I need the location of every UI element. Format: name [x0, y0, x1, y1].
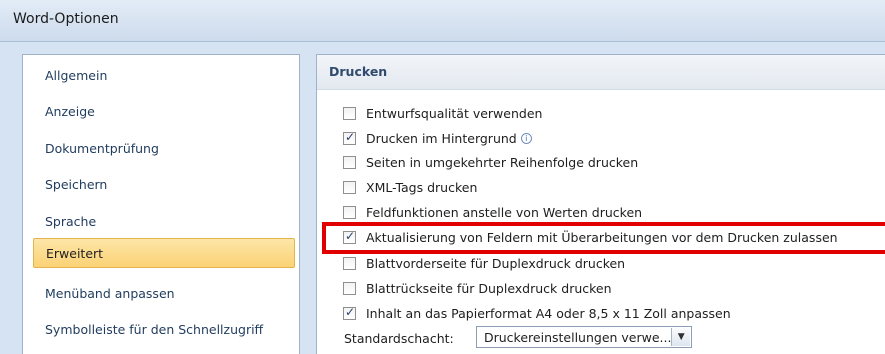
checkbox[interactable]: [343, 155, 356, 169]
standardschacht-label: Standardschacht:: [344, 331, 454, 346]
option-umgekehrte-reihenfolge[interactable]: Seiten in umgekehrter Reihenfolge drucke…: [343, 152, 638, 172]
title-bar: Word-Optionen: [0, 0, 885, 42]
option-label: Feldfunktionen anstelle von Werten druck…: [366, 204, 643, 220]
sidebar-item-menueband[interactable]: Menüband anpassen: [33, 279, 295, 309]
option-drucken-im-hintergrund[interactable]: Drucken im Hintergrund i: [343, 128, 532, 148]
option-feldfunktionen[interactable]: Feldfunktionen anstelle von Werten druck…: [343, 202, 642, 222]
checkbox[interactable]: [343, 130, 356, 145]
info-icon[interactable]: i: [520, 132, 532, 144]
checkbox[interactable]: [343, 106, 356, 120]
option-label: Entwurfsqualität verwenden: [366, 105, 543, 121]
option-label: Drucken im Hintergrund: [366, 130, 517, 146]
section-header: Drucken: [317, 55, 885, 90]
checkbox[interactable]: [343, 305, 356, 320]
select-value: Druckereinstellungen verwe...: [484, 329, 672, 345]
option-label: Blattrückseite für Duplexdruck drucken: [366, 280, 612, 296]
options-panel: Drucken Entwurfsqualität verwenden Druck…: [316, 54, 885, 354]
word-options-window: Word-Optionen Allgemein Anzeige Dokument…: [0, 0, 885, 354]
option-label: Seiten in umgekehrter Reihenfolge drucke…: [366, 154, 639, 170]
option-label: XML-Tags drucken: [366, 179, 478, 195]
section-title: Drucken: [329, 64, 388, 79]
sidebar-item-sprache[interactable]: Sprache: [33, 207, 295, 237]
checkbox[interactable]: [343, 281, 356, 295]
option-entwurfsqualitaet[interactable]: Entwurfsqualität verwenden: [343, 103, 542, 123]
option-label: Blattvorderseite für Duplexdruck drucken: [366, 255, 626, 271]
window-title: Word-Optionen: [13, 11, 119, 27]
sidebar: Allgemein Anzeige Dokumentprüfung Speich…: [22, 54, 300, 354]
checkbox[interactable]: [343, 205, 356, 219]
option-blattrueckseite[interactable]: Blattrückseite für Duplexdruck drucken: [343, 278, 612, 298]
option-papierformat[interactable]: Inhalt an das Papierformat A4 oder 8,5 x…: [343, 303, 731, 323]
checkbox[interactable]: [343, 180, 356, 194]
checkbox[interactable]: [343, 256, 356, 270]
option-label: Inhalt an das Papierformat A4 oder 8,5 x…: [366, 305, 731, 321]
sidebar-item-allgemein[interactable]: Allgemein: [33, 61, 295, 91]
chevron-down-icon[interactable]: ▼: [671, 328, 690, 346]
sidebar-item-erweitert[interactable]: Erweitert: [33, 238, 295, 268]
sidebar-item-schnellzugriff[interactable]: Symbolleiste für den Schnellzugriff: [33, 315, 295, 345]
option-xml-tags[interactable]: XML-Tags drucken: [343, 177, 477, 197]
sidebar-item-speichern[interactable]: Speichern: [33, 170, 295, 200]
standardschacht-select[interactable]: Druckereinstellungen verwe... ▼: [476, 326, 692, 348]
sidebar-item-dokumentpruefung[interactable]: Dokumentprüfung: [33, 134, 295, 164]
option-blattvorderseite[interactable]: Blattvorderseite für Duplexdruck drucken: [343, 253, 625, 273]
sidebar-item-anzeige[interactable]: Anzeige: [33, 97, 295, 127]
highlight-box: [322, 222, 885, 254]
